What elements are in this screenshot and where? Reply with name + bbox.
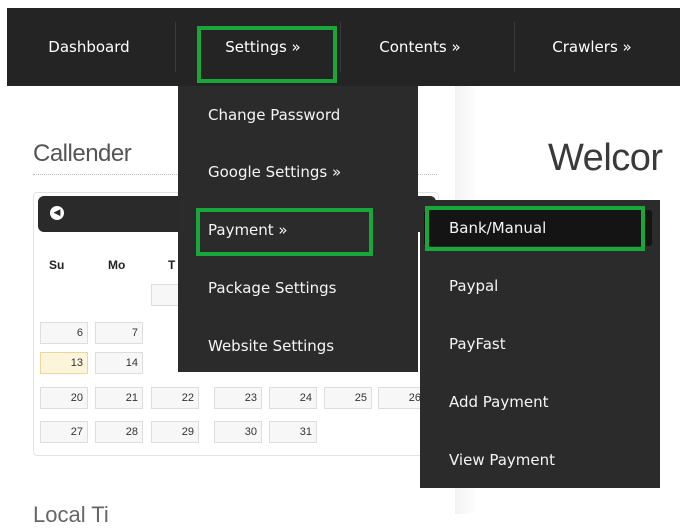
calendar-day[interactable]: 14 [95, 352, 143, 374]
nav-divider [175, 22, 176, 72]
menu-item-add-payment[interactable]: Add Payment [449, 393, 548, 411]
payment-submenu: Bank/Manual Paypal PayFast Add Payment V… [420, 200, 660, 488]
calendar-day[interactable]: 22 [151, 387, 199, 409]
top-strip [0, 0, 680, 8]
nav-item-settings[interactable]: Settings » [203, 8, 323, 86]
menu-item-website-settings[interactable]: Website Settings [208, 337, 334, 355]
calendar-day[interactable]: 28 [95, 421, 143, 443]
calendar-day[interactable]: 6 [40, 322, 88, 344]
menu-item-view-payment[interactable]: View Payment [449, 451, 555, 469]
nav-item-contents[interactable]: Contents » [360, 8, 480, 86]
menu-item-payfast[interactable]: PayFast [449, 335, 506, 353]
calendar-title: Callender [33, 140, 132, 167]
calendar-day[interactable]: 25 [324, 387, 372, 409]
nav-divider [340, 22, 341, 72]
weekday-label: Su [49, 258, 65, 272]
calendar-day[interactable]: 7 [95, 322, 143, 344]
nav-divider [514, 22, 515, 72]
calendar-day[interactable]: 23 [214, 387, 262, 409]
calendar-day[interactable]: 26 [378, 387, 426, 409]
settings-dropdown: Change Password Google Settings » Paymen… [178, 86, 418, 372]
calendar-day[interactable]: 27 [40, 421, 88, 443]
calendar-day[interactable]: 20 [40, 387, 88, 409]
nav-item-dashboard[interactable]: Dashboard [29, 8, 149, 86]
menu-item-payment[interactable]: Payment » [208, 221, 288, 239]
menu-item-change-password[interactable]: Change Password [208, 106, 340, 124]
calendar-day[interactable]: 24 [269, 387, 317, 409]
menu-item-paypal[interactable]: Paypal [449, 277, 498, 295]
calendar-day[interactable]: 21 [95, 387, 143, 409]
calendar-day[interactable]: 29 [151, 421, 199, 443]
nav-item-crawlers[interactable]: Crawlers » [532, 8, 652, 86]
welcome-heading: Welcor [548, 137, 663, 179]
weekday-label: T [168, 258, 176, 272]
menu-item-package-settings[interactable]: Package Settings [208, 279, 336, 297]
weekday-label: Mo [108, 258, 126, 272]
local-time-heading: Local Ti [33, 502, 109, 527]
menu-item-google-settings[interactable]: Google Settings » [208, 163, 341, 181]
prev-month-icon[interactable]: ◀ [50, 206, 64, 220]
main-navbar: Dashboard Settings » Contents » Crawlers… [7, 8, 680, 86]
calendar-day[interactable]: 31 [269, 421, 317, 443]
menu-item-bank-manual[interactable]: Bank/Manual [449, 219, 546, 237]
calendar-day[interactable]: 30 [214, 421, 262, 443]
calendar-day-today[interactable]: 13 [40, 352, 88, 374]
